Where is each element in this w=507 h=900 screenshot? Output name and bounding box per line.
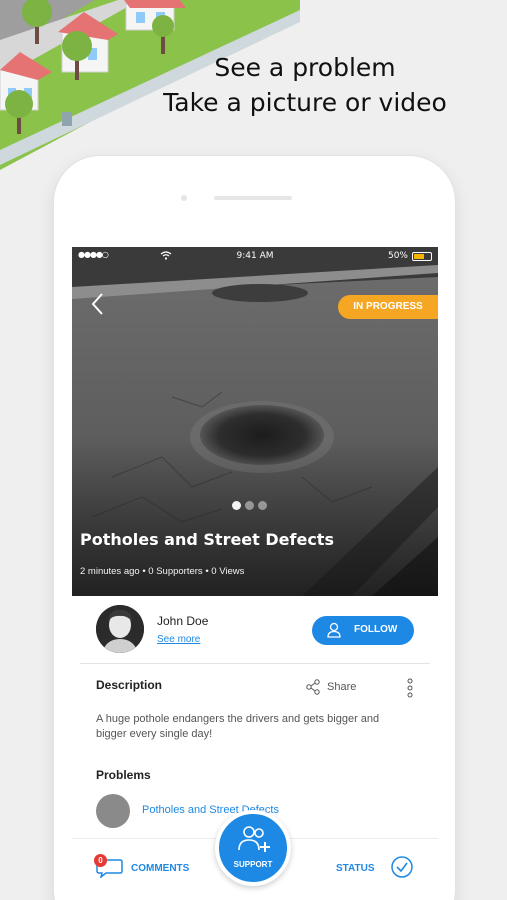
user-photo (96, 605, 144, 653)
battery-icon (412, 252, 432, 261)
see-more-link[interactable]: See more (157, 634, 200, 645)
app-screen: ●●●●○ 9:41 AM 50% IN PROGRESS Potholes a… (72, 247, 438, 900)
phone-speaker (214, 196, 292, 200)
status-badge: IN PROGRESS (338, 295, 438, 319)
support-label: SUPPORT (233, 860, 273, 869)
headline-line-1: See a problem (214, 53, 396, 82)
follow-button[interactable]: FOLLOW (312, 616, 414, 645)
promo-headline: See a problem Take a picture or video (120, 50, 490, 120)
avatar[interactable] (96, 605, 144, 653)
phone-camera (181, 195, 187, 201)
follow-label: FOLLOW (354, 624, 398, 635)
support-button[interactable]: SUPPORT (215, 810, 291, 886)
more-vertical-icon (407, 678, 413, 698)
pagination-dot[interactable] (258, 501, 267, 510)
headline-line-2: Take a picture or video (163, 88, 447, 117)
status-bar: ●●●●○ 9:41 AM 50% (72, 247, 438, 267)
status-label: STATUS (336, 863, 375, 874)
pagination-dot[interactable] (232, 501, 241, 510)
description-heading: Description (96, 678, 163, 692)
pagination-dot[interactable] (245, 501, 254, 510)
more-options-button[interactable] (404, 678, 416, 698)
photo-pagination[interactable] (232, 495, 271, 510)
comments-label: COMMENTS (131, 863, 190, 874)
check-circle-icon (390, 855, 414, 882)
back-button[interactable] (90, 292, 112, 320)
description-text: A huge pothole endangers the drivers and… (96, 713, 380, 740)
clock: 9:41 AM (236, 251, 274, 261)
issue-meta: 2 minutes ago • 0 Supporters • 0 Views (80, 566, 245, 577)
chevron-left-icon (91, 293, 103, 315)
divider (80, 663, 430, 664)
battery-percent: 50% (387, 251, 408, 261)
comments-count-badge: 0 (94, 854, 107, 867)
share-icon (305, 679, 321, 698)
issue-photo[interactable]: ●●●●○ 9:41 AM 50% IN PROGRESS Potholes a… (72, 247, 438, 596)
issue-title: Potholes and Street Defects (80, 530, 334, 549)
problems-heading: Problems (96, 768, 151, 782)
user-name: John Doe (157, 614, 209, 628)
user-icon (326, 622, 342, 641)
add-group-icon (236, 824, 272, 859)
pothole-category-icon (96, 794, 130, 828)
share-label: Share (327, 681, 357, 693)
